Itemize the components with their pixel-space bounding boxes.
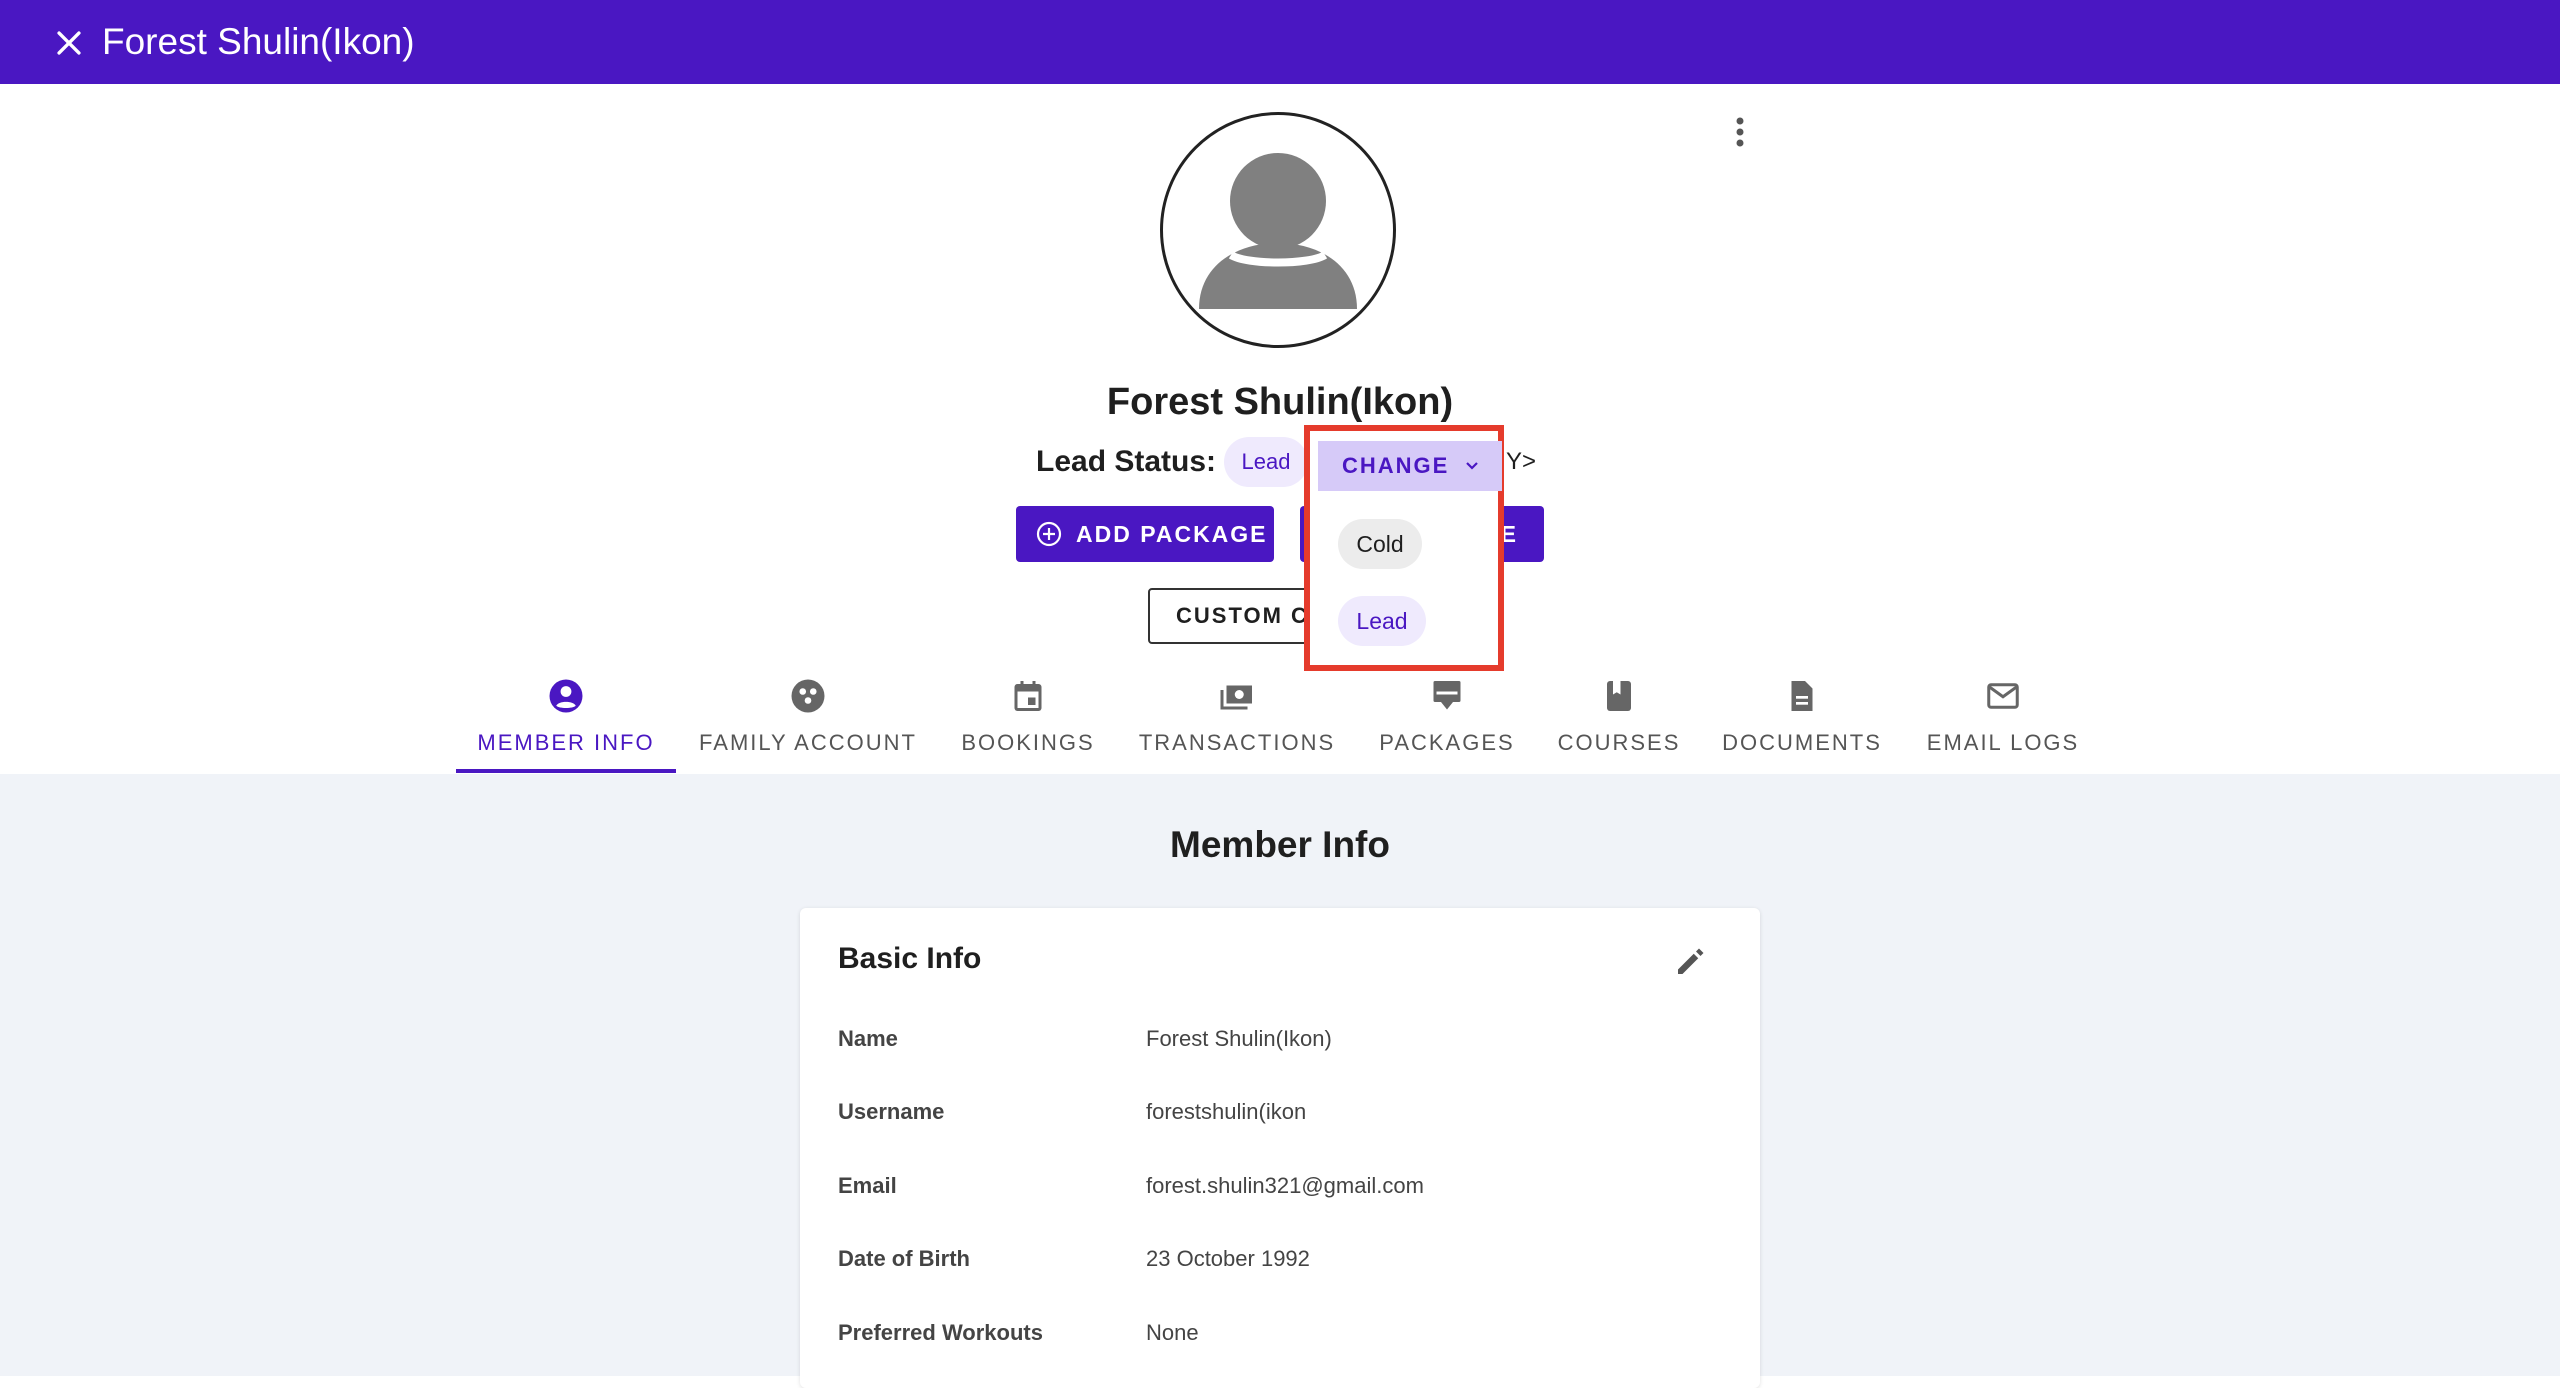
tab-bookings[interactable]: BOOKINGS: [956, 670, 1100, 774]
card-title: Basic Info: [838, 942, 982, 975]
calendar-icon: [1014, 681, 1042, 711]
custom-button-label: CUSTOM C: [1176, 603, 1309, 628]
status-option-lead[interactable]: Lead: [1338, 596, 1426, 646]
add-circle-icon: [1036, 521, 1062, 547]
custom-button[interactable]: CUSTOM C: [1148, 588, 1328, 644]
field-label: Date of Birth: [838, 1246, 970, 1271]
status-option-cold[interactable]: Cold: [1338, 519, 1422, 569]
basic-info-card: Basic Info Name Forest Shulin(Ikon) User…: [800, 908, 1760, 1388]
tab-documents[interactable]: DOCUMENTS: [1716, 670, 1888, 774]
lead-status-chip: Lead: [1224, 437, 1308, 487]
money-icon: [1220, 685, 1252, 710]
family-icon: [791, 679, 825, 713]
info-row-email: Email forest.shulin321@gmail.com: [838, 1173, 1718, 1209]
tab-courses[interactable]: COURSES: [1556, 670, 1682, 774]
field-value: forest.shulin321@gmail.com: [1146, 1173, 1424, 1198]
tab-bar: MEMBER INFO FAMILY ACCOUNT BOOKINGS TRAN…: [0, 670, 2560, 774]
lead-status-dropdown: CHANGE Cold Lead: [1304, 425, 1504, 671]
tab-family-account[interactable]: FAMILY ACCOUNT: [692, 670, 924, 774]
field-value: Forest Shulin(Ikon): [1146, 1026, 1332, 1051]
info-row-name: Name Forest Shulin(Ikon): [838, 1026, 1718, 1062]
change-label: CHANGE: [1342, 453, 1450, 478]
more-options-icon[interactable]: [1726, 114, 1754, 154]
partial-text: Y>: [1506, 448, 1537, 475]
tab-label: PACKAGES: [1379, 730, 1515, 755]
field-label: Name: [838, 1026, 898, 1051]
tab-transactions[interactable]: TRANSACTIONS: [1134, 670, 1340, 774]
field-label: Email: [838, 1173, 897, 1198]
document-icon: [1791, 681, 1813, 711]
profile-name: Forest Shulin(Ikon): [1106, 381, 1454, 423]
tab-member-info[interactable]: MEMBER INFO: [456, 670, 676, 774]
tab-email-logs[interactable]: EMAIL LOGS: [1918, 670, 2088, 774]
tab-label: COURSES: [1557, 730, 1681, 755]
account-circle-icon: [549, 679, 583, 713]
tab-label: BOOKINGS: [961, 730, 1095, 755]
person-icon: [1199, 153, 1357, 309]
package-icon: [1433, 681, 1461, 710]
field-value: None: [1146, 1320, 1199, 1345]
app-bar: Forest Shulin(Ikon): [0, 0, 2560, 84]
info-row-username: Username forestshulin(ikon: [838, 1099, 1718, 1135]
active-tab-indicator: [456, 769, 676, 773]
avatar: [1160, 112, 1396, 348]
lead-status-label: Lead Status:: [1036, 445, 1217, 478]
add-package-label: ADD PACKAGE: [1076, 520, 1268, 547]
field-value: forestshulin(ikon: [1146, 1099, 1307, 1124]
edit-icon[interactable]: [1672, 944, 1708, 980]
field-label: Preferred Workouts: [838, 1320, 1043, 1345]
field-value: 23 October 1992: [1146, 1246, 1310, 1271]
info-row-preferred-workouts: Preferred Workouts None: [838, 1320, 1718, 1356]
chevron-down-icon: [1466, 462, 1479, 470]
info-row-dob: Date of Birth 23 October 1992: [838, 1246, 1718, 1282]
tab-label: EMAIL LOGS: [1926, 730, 2080, 755]
tab-label: FAMILY ACCOUNT: [699, 730, 917, 755]
tab-label: DOCUMENTS: [1722, 730, 1882, 755]
tab-label: TRANSACTIONS: [1138, 730, 1336, 755]
book-icon: [1607, 681, 1631, 711]
mail-icon: [1987, 683, 2019, 709]
page-title: Forest Shulin(Ikon): [102, 21, 415, 62]
add-package-button[interactable]: ADD PACKAGE: [1016, 506, 1274, 562]
section-title: Member Info: [1170, 824, 1390, 865]
change-status-button[interactable]: CHANGE: [1318, 441, 1502, 491]
field-label: Username: [838, 1099, 945, 1124]
close-icon[interactable]: [52, 26, 86, 60]
tab-packages[interactable]: PACKAGES: [1374, 670, 1520, 774]
tab-label: MEMBER INFO: [477, 730, 655, 755]
